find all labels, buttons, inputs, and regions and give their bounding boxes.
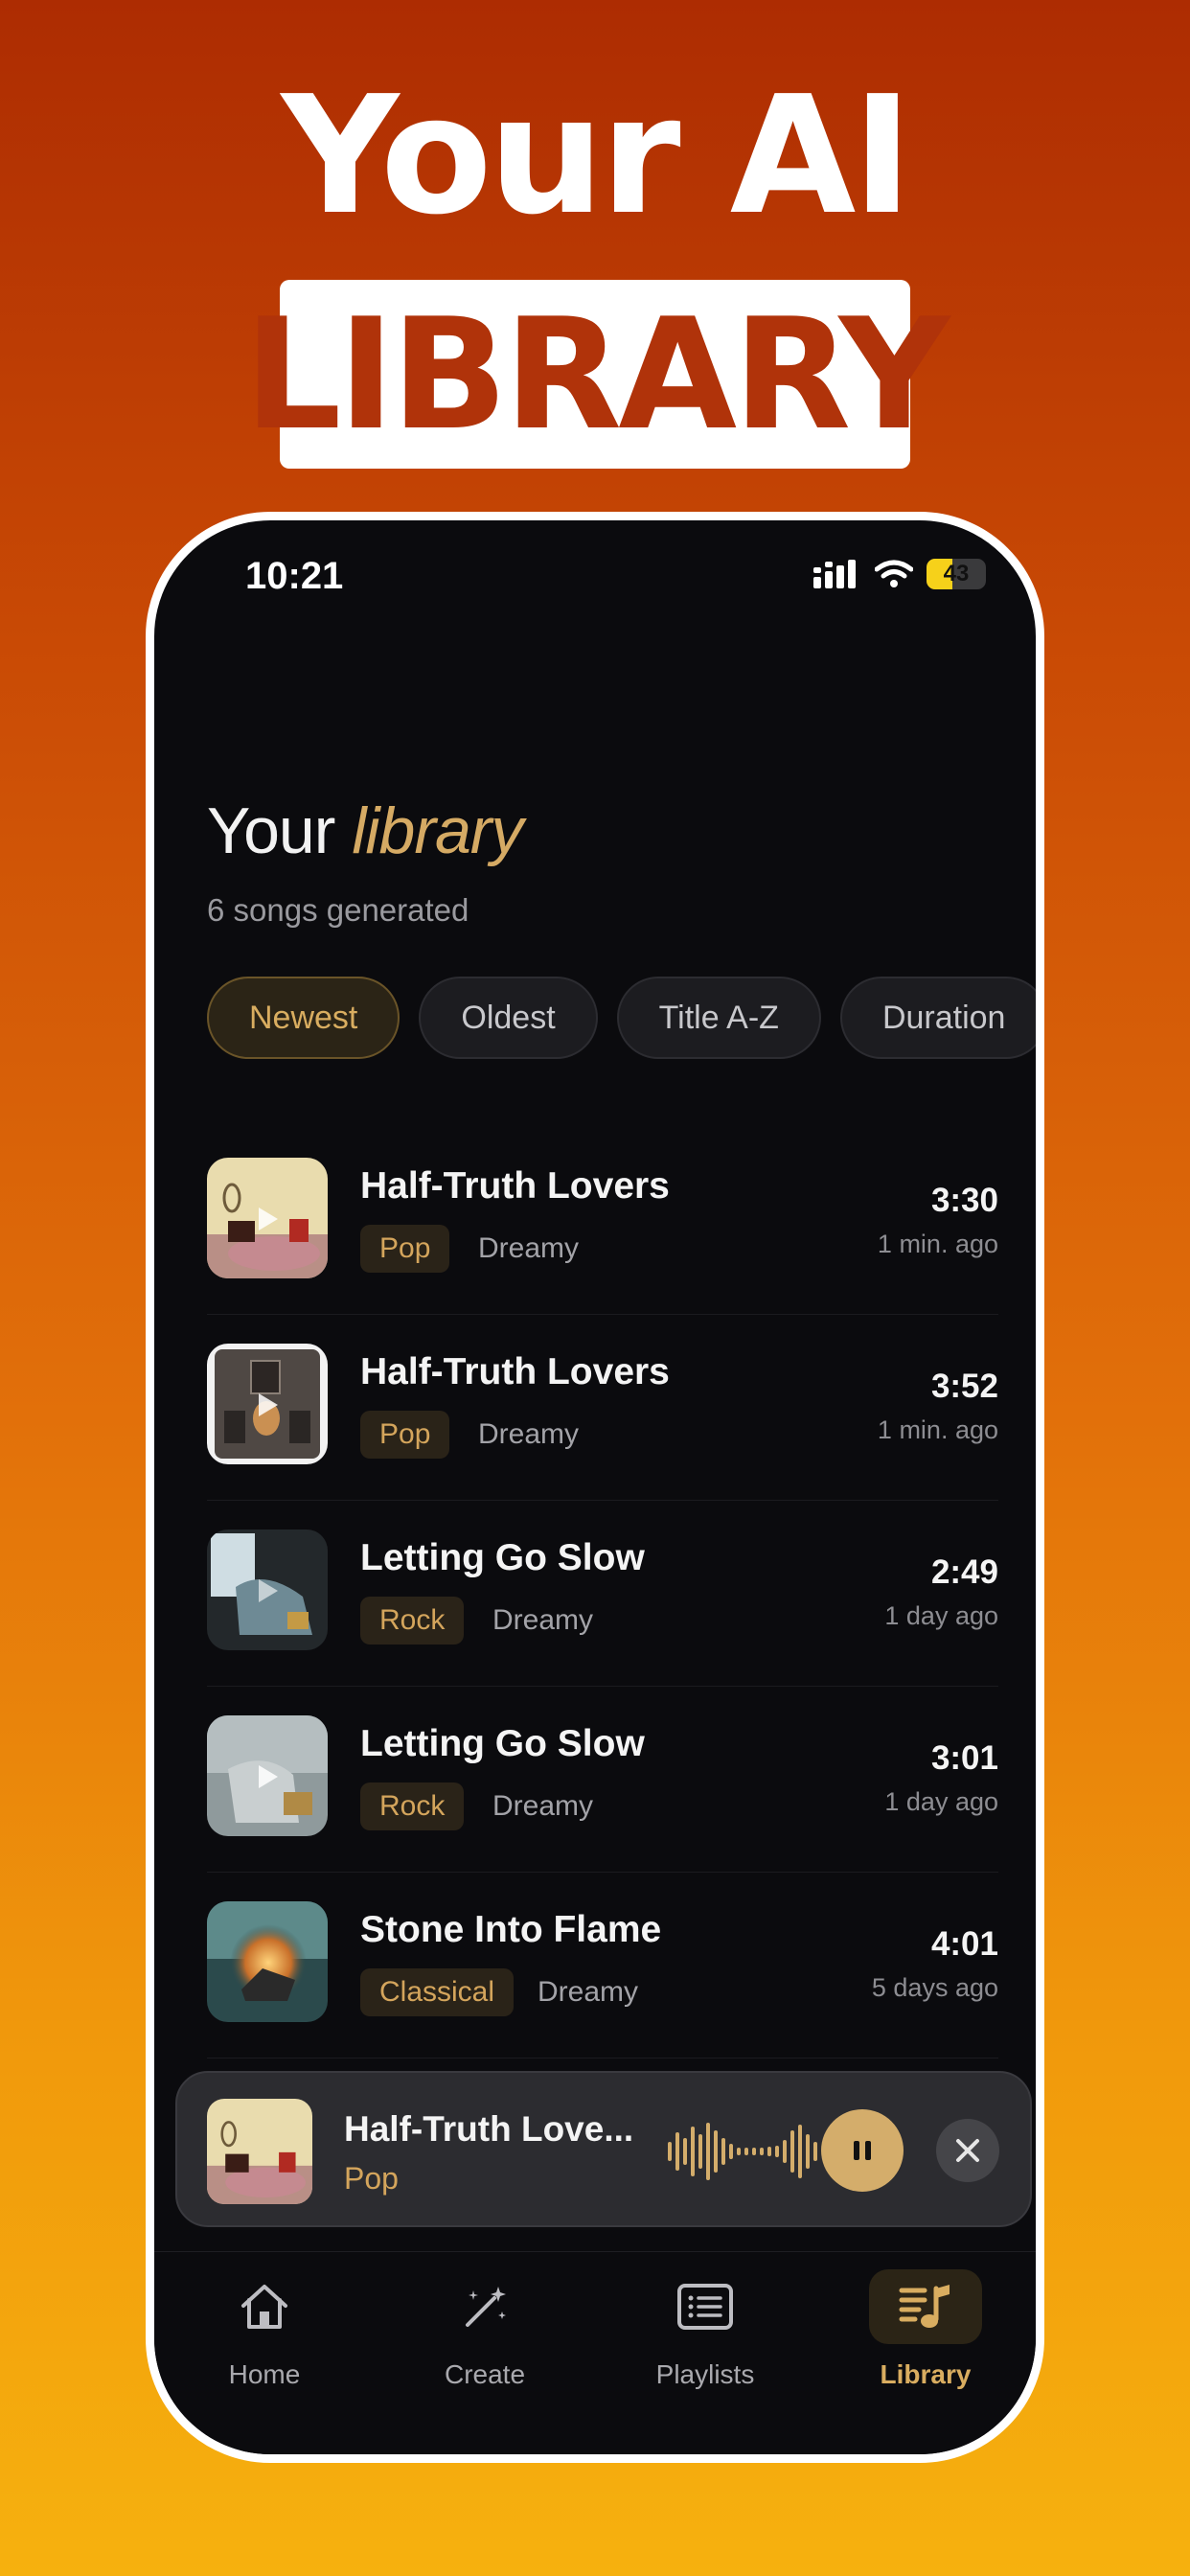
tab-library[interactable]: Library xyxy=(815,2252,1036,2425)
song-created-time: 1 min. ago xyxy=(877,1415,998,1444)
close-player-button[interactable] xyxy=(936,2119,999,2182)
song-title: Letting Go Slow xyxy=(360,1723,645,1764)
song-row[interactable]: Half-Truth Lovers Pop Dreamy 3:30 1 min.… xyxy=(207,1129,998,1315)
song-artwork[interactable] xyxy=(207,1344,328,1464)
song-title: Stone Into Flame xyxy=(360,1909,662,1950)
battery-icon: 43 xyxy=(927,559,986,589)
song-title: Half-Truth Lovers xyxy=(360,1351,670,1392)
mood-label: Dreamy xyxy=(478,1418,580,1450)
filter-duration[interactable]: Duration xyxy=(839,977,1036,1059)
song-row[interactable]: Letting Go Slow Rock Dreamy 3:01 1 day a… xyxy=(207,1687,998,1873)
tab-create-label: Create xyxy=(444,2359,526,2389)
song-artwork[interactable] xyxy=(207,1158,328,1278)
mini-player[interactable]: Half-Truth Love... Pop xyxy=(175,2071,1032,2227)
song-artwork[interactable] xyxy=(207,1901,328,2022)
mood-label: Dreamy xyxy=(492,1604,594,1636)
song-created-time: 1 day ago xyxy=(884,1601,998,1630)
status-time: 10:21 xyxy=(245,555,344,597)
tab-home-label: Home xyxy=(228,2359,301,2389)
tab-bar: Home Create Playlists Library xyxy=(154,2251,1036,2454)
now-playing-artwork[interactable] xyxy=(207,2099,312,2204)
tab-playlists-label: Playlists xyxy=(655,2359,755,2389)
cellular-icon xyxy=(813,560,856,588)
battery-level: 43 xyxy=(943,561,970,586)
now-playing-genre: Pop xyxy=(344,2161,399,2196)
song-duration: 4:01 xyxy=(930,1925,998,1963)
tab-library-label: Library xyxy=(880,2359,972,2389)
pause-icon xyxy=(854,2141,871,2160)
genre-badge: Classical xyxy=(360,1968,515,2016)
now-playing-title: Half-Truth Love... xyxy=(344,2109,634,2149)
song-created-time: 5 days ago xyxy=(871,1973,998,2002)
song-title: Half-Truth Lovers xyxy=(360,1165,670,1207)
home-icon xyxy=(241,2285,287,2329)
promo-highlight: LIBRARY xyxy=(243,284,950,464)
waveform-icon xyxy=(668,2123,817,2180)
page-title: Your library xyxy=(207,794,523,868)
close-icon xyxy=(956,2139,979,2162)
page-title-accent: library xyxy=(352,794,523,867)
promo-headline: Your AI xyxy=(281,61,912,251)
song-row[interactable]: Letting Go Slow Rock Dreamy 2:49 1 day a… xyxy=(207,1501,998,1687)
music-library-icon xyxy=(899,2285,950,2328)
tab-home[interactable]: Home xyxy=(154,2252,375,2425)
song-artwork[interactable] xyxy=(207,1715,328,1836)
song-artwork[interactable] xyxy=(207,1530,328,1650)
playlist-icon xyxy=(677,2284,733,2330)
page-title-plain: Your xyxy=(207,794,335,867)
song-duration: 2:49 xyxy=(930,1553,998,1591)
filter-oldest[interactable]: Oldest xyxy=(419,977,598,1059)
tab-playlists[interactable]: Playlists xyxy=(595,2252,815,2425)
song-title: Letting Go Slow xyxy=(360,1537,645,1578)
tab-create[interactable]: Create xyxy=(375,2252,595,2425)
genre-badge: Rock xyxy=(360,1597,465,1644)
magic-wand-icon xyxy=(466,2287,506,2327)
song-list: Half-Truth Lovers Pop Dreamy 3:30 1 min.… xyxy=(207,1129,998,2058)
sort-filters: Newest Oldest Title A-Z Duration xyxy=(207,977,1036,1059)
song-duration: 3:52 xyxy=(930,1368,998,1405)
promo-highlight-box: LIBRARY xyxy=(244,280,950,469)
pause-button[interactable] xyxy=(821,2109,904,2192)
song-duration: 3:30 xyxy=(930,1182,998,1219)
song-created-time: 1 day ago xyxy=(884,1787,998,1816)
mood-label: Dreamy xyxy=(478,1232,580,1264)
song-row[interactable]: Stone Into Flame Classical Dreamy 4:01 5… xyxy=(207,1873,998,2058)
song-created-time: 1 min. ago xyxy=(877,1230,998,1258)
mood-label: Dreamy xyxy=(492,1790,594,1822)
status-icons: 43 xyxy=(813,559,986,589)
song-count: 6 songs generated xyxy=(207,892,469,928)
genre-badge: Rock xyxy=(360,1782,465,1830)
song-row[interactable]: Half-Truth Lovers Pop Dreamy 3:52 1 min.… xyxy=(207,1315,998,1501)
genre-badge: Pop xyxy=(360,1411,450,1459)
song-duration: 3:01 xyxy=(930,1739,998,1777)
genre-badge: Pop xyxy=(360,1225,450,1273)
mood-label: Dreamy xyxy=(538,1976,639,2008)
filter-title-az[interactable]: Title A-Z xyxy=(616,977,821,1059)
filter-newest[interactable]: Newest xyxy=(207,977,400,1059)
wifi-icon xyxy=(875,560,913,587)
phone-frame: 10:21 43 Your library 6 songs generated … xyxy=(146,512,1044,2463)
